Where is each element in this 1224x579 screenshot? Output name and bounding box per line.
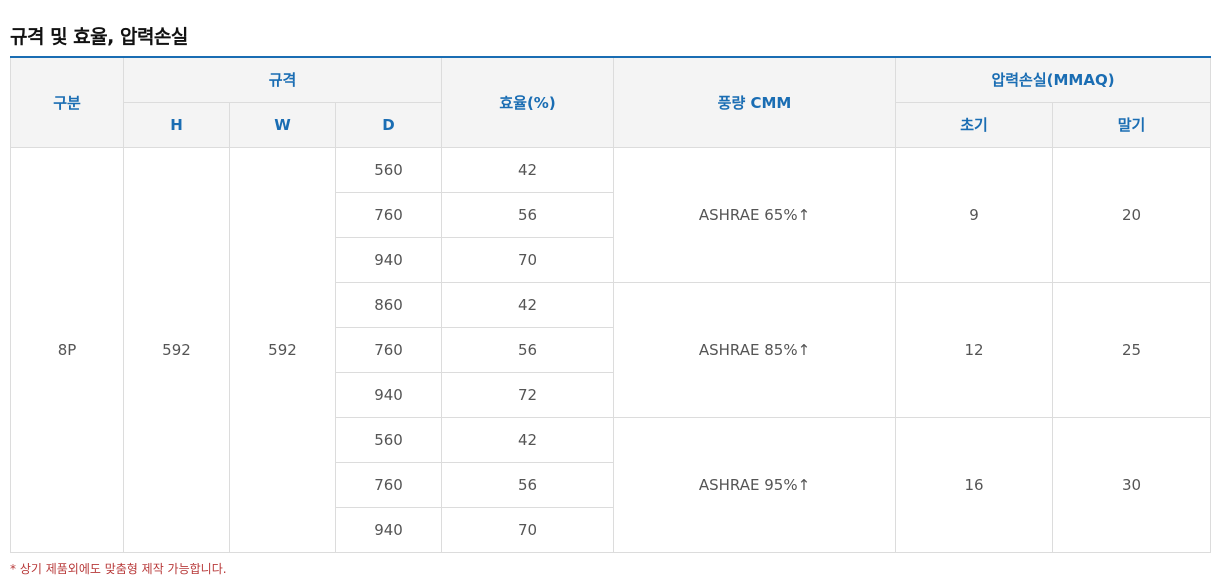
cell-d: 860	[334, 281, 443, 328]
header-d: D	[334, 101, 443, 148]
spec-table: 구분 규격 효율(%) 풍량 CMM 압력손실(MMAQ) H W D 초기 말…	[10, 56, 1212, 553]
header-category: 구분	[10, 56, 124, 148]
cell-efficiency: 56	[441, 326, 615, 373]
footnote: * 상기 제품외에도 맞춤형 제작 가능합니다.	[10, 562, 227, 576]
cell-airflow: ASHRAE 95%↑	[613, 416, 897, 553]
header-h: H	[123, 101, 230, 148]
cell-initial: 12	[895, 281, 1054, 418]
cell-initial: 16	[895, 416, 1054, 553]
cell-d: 940	[334, 236, 443, 283]
cell-h: 592	[123, 146, 230, 553]
header-pressure-loss: 압력손실(MMAQ)	[895, 56, 1212, 103]
cell-d: 760	[334, 326, 443, 373]
header-w: W	[229, 101, 336, 148]
header-row-1: 구분 규격 효율(%) 풍량 CMM 압력손실(MMAQ)	[10, 56, 1212, 148]
cell-d: 760	[334, 461, 443, 508]
cell-d: 940	[334, 506, 443, 553]
header-spec: 규격	[122, 56, 443, 103]
cell-efficiency: 70	[441, 506, 615, 553]
cell-d: 560	[334, 146, 443, 193]
cell-w: 592	[229, 146, 336, 553]
header-efficiency: 효율(%)	[441, 56, 615, 148]
cell-efficiency: 42	[441, 416, 615, 463]
cell-efficiency: 70	[441, 236, 615, 283]
header-final: 말기	[1052, 101, 1212, 148]
cell-final: 25	[1052, 281, 1212, 418]
cell-category: 8P	[10, 146, 124, 553]
cell-d: 940	[334, 371, 443, 418]
cell-efficiency: 56	[441, 461, 615, 508]
cell-efficiency: 42	[441, 281, 615, 328]
cell-d: 560	[334, 416, 443, 463]
table-row: 8P 592 592 560 42 ASHRAE 65%↑ 9 20	[10, 146, 1212, 553]
cell-efficiency: 42	[441, 146, 615, 193]
cell-airflow: ASHRAE 85%↑	[613, 281, 897, 418]
cell-final: 30	[1052, 416, 1212, 553]
section-title: 규격 및 효율, 압력손실	[10, 26, 188, 48]
cell-final: 20	[1052, 146, 1212, 283]
cell-initial: 9	[895, 146, 1054, 283]
cell-efficiency: 72	[441, 371, 615, 418]
header-initial: 초기	[895, 101, 1054, 148]
cell-d: 760	[334, 191, 443, 238]
header-airflow: 풍량 CMM	[613, 56, 897, 148]
cell-efficiency: 56	[441, 191, 615, 238]
cell-airflow: ASHRAE 65%↑	[613, 146, 897, 283]
